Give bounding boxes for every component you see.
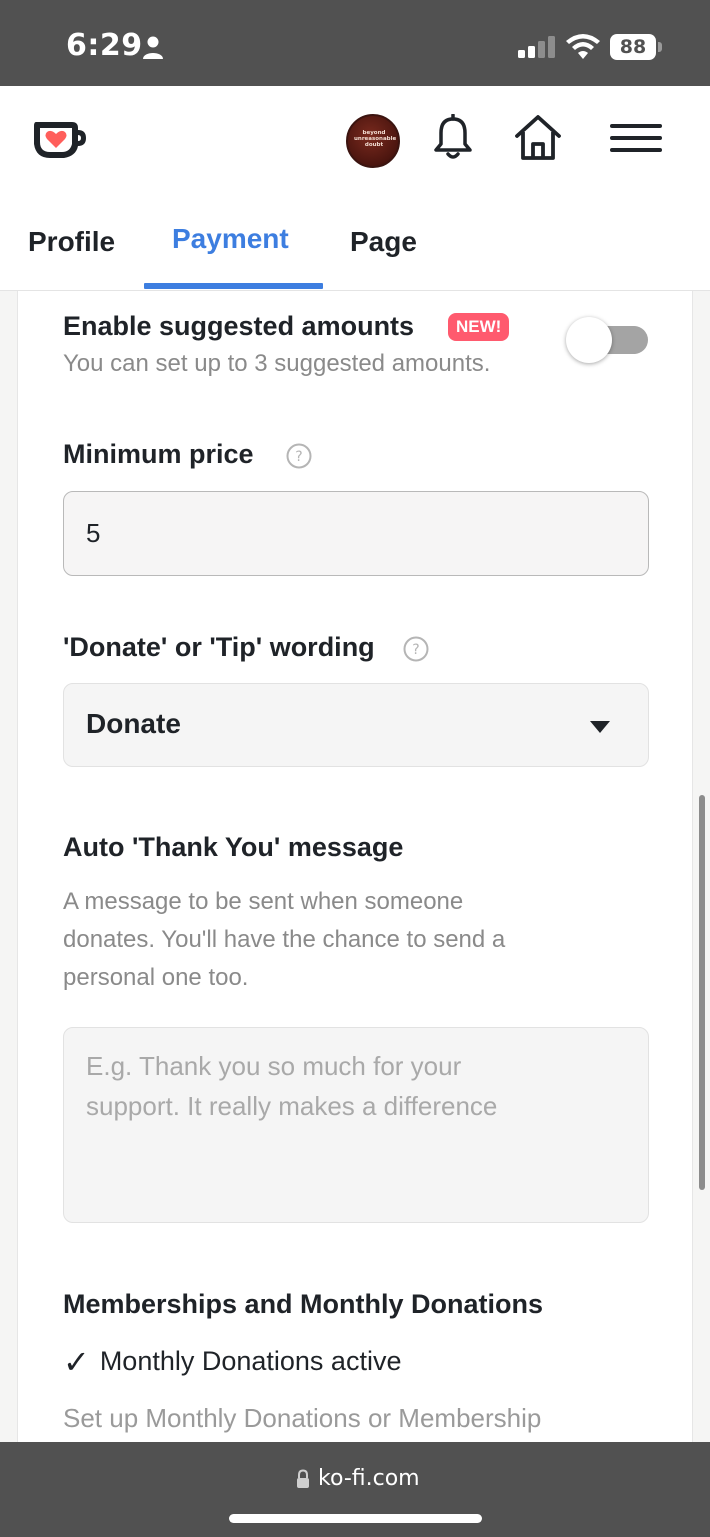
menu-line [610, 124, 662, 128]
memberships-label: Memberships and Monthly Donations [63, 1289, 544, 1319]
wifi-icon [566, 34, 600, 59]
tab-page[interactable]: Page [350, 226, 417, 258]
signal-icon [518, 36, 555, 58]
minimum-price-input[interactable]: 5 [63, 491, 649, 576]
payment-settings-card: Enable suggested amounts NEW! You can se… [17, 291, 693, 1451]
help-icon[interactable]: ? [286, 443, 312, 469]
tab-payment[interactable]: Payment [172, 223, 289, 255]
battery-level: 88 [610, 34, 656, 60]
hamburger-menu-icon[interactable] [610, 124, 664, 156]
thank-you-label: Auto 'Thank You' message [63, 832, 404, 862]
status-time: 6:29 [66, 28, 143, 63]
help-icon[interactable]: ? [403, 636, 429, 662]
placeholder-line-2: support. It really makes a difference [86, 1091, 498, 1121]
memberships-setup-link[interactable]: Set up Monthly Donations or Membership [63, 1399, 541, 1437]
status-bar: 6:29 88 [0, 0, 710, 86]
active-tab-indicator [144, 283, 323, 289]
toggle-knob [566, 317, 612, 363]
thank-you-description-line-2: donates. You'll have the chance to send … [63, 926, 506, 953]
url-domain[interactable]: ko-fi.com [318, 1466, 420, 1491]
home-indicator[interactable] [229, 1514, 482, 1523]
home-icon[interactable] [513, 114, 563, 162]
thank-you-description-line-3: personal one too. [63, 964, 249, 991]
caret-down-icon [590, 721, 610, 733]
person-icon [143, 36, 163, 59]
minimum-price-value: 5 [86, 518, 101, 548]
app-header: beyond unreasonable doubt Profile Paymen… [0, 86, 710, 291]
lock-icon [297, 1469, 309, 1488]
suggested-amounts-label: Enable suggested amounts [63, 311, 415, 341]
menu-line [610, 148, 662, 152]
thank-you-message-textarea[interactable]: E.g. Thank you so much for your support.… [63, 1027, 649, 1223]
avatar[interactable]: beyond unreasonable doubt [346, 114, 400, 168]
monthly-donations-status-text: Monthly Donations active [99, 1346, 402, 1376]
wording-label: 'Donate' or 'Tip' wording [63, 632, 375, 662]
menu-line [610, 136, 662, 140]
wording-select-value: Donate [86, 708, 181, 739]
battery-indicator: 88 [610, 34, 662, 60]
battery-tip [658, 42, 662, 52]
kofi-logo-icon[interactable] [30, 116, 88, 162]
placeholder-line-1: E.g. Thank you so much for your [86, 1051, 462, 1081]
tab-bar: Profile Payment Page [0, 206, 710, 291]
new-badge: NEW! [448, 313, 510, 341]
tab-profile[interactable]: Profile [28, 226, 115, 258]
textarea-placeholder: E.g. Thank you so much for your support.… [86, 1046, 606, 1126]
bell-icon[interactable] [432, 114, 474, 162]
wording-select[interactable]: Donate [63, 683, 649, 767]
svg-text:?: ? [412, 642, 419, 658]
minimum-price-label: Minimum price [63, 439, 254, 469]
browser-url-bar: ko-fi.com [0, 1442, 710, 1537]
scrollbar-thumb[interactable] [699, 795, 705, 1190]
checkmark-icon: ✓ [63, 1344, 90, 1380]
thank-you-description-line-1: A message to be sent when someone [63, 888, 464, 915]
suggested-amounts-description: You can set up to 3 suggested amounts. [63, 350, 491, 377]
suggested-amounts-toggle[interactable] [566, 317, 650, 363]
svg-text:?: ? [295, 449, 302, 465]
avatar-text: beyond unreasonable doubt [354, 130, 397, 148]
monthly-donations-status: ✓ Monthly Donations active [63, 1343, 401, 1381]
